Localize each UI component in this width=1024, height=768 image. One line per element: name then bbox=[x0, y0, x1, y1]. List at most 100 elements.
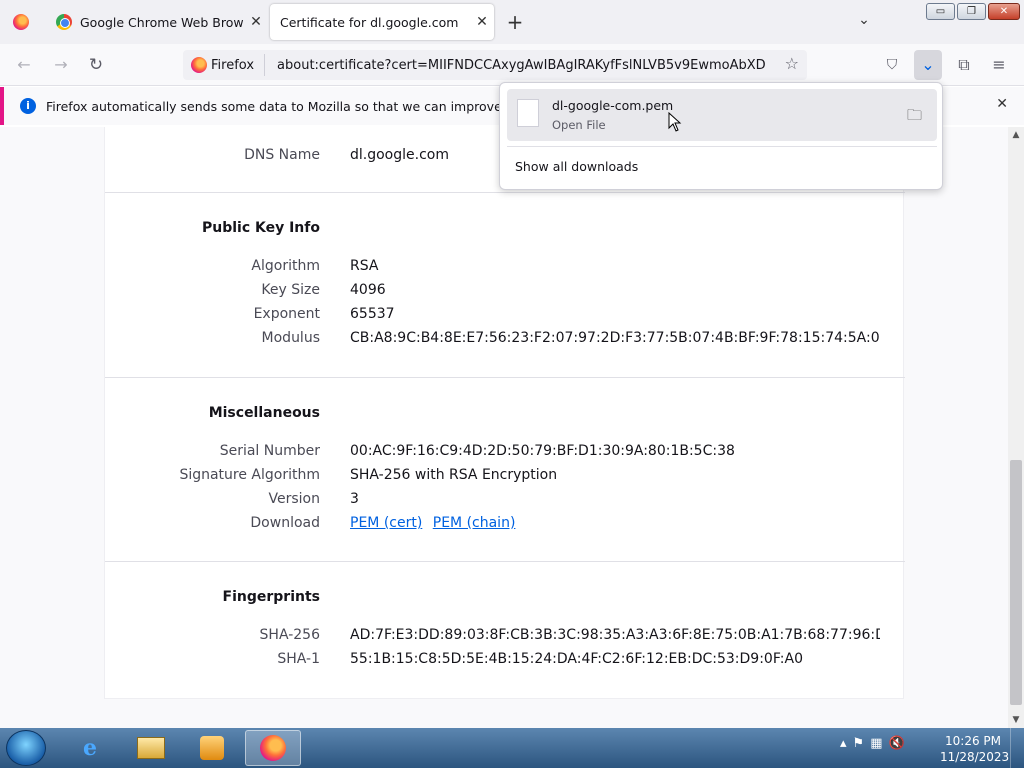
show-in-folder-icon[interactable]: 🗀 bbox=[907, 105, 922, 130]
scroll-up-arrow-icon[interactable]: ▲ bbox=[1008, 127, 1024, 143]
minimize-button[interactable]: ▭ bbox=[926, 3, 955, 20]
field-value: 00:AC:9F:16:C9:4D:2D:50:79:BF:D1:30:9A:8… bbox=[350, 443, 735, 459]
new-tab-button[interactable]: + bbox=[503, 10, 527, 34]
public-key-section: Public Key Info Algorithm RSA Key Size 4… bbox=[105, 193, 905, 378]
back-button[interactable]: ← bbox=[12, 53, 36, 77]
field-key: Key Size bbox=[261, 282, 320, 298]
reload-button[interactable]: ↻ bbox=[84, 53, 108, 77]
chrome-icon bbox=[56, 14, 72, 30]
field-value: PEM (cert) PEM (chain) bbox=[350, 515, 880, 531]
downloads-button[interactable]: ⌄ bbox=[914, 50, 942, 80]
download-status: Open File bbox=[552, 118, 606, 132]
fingerprints-section: Fingerprints SHA-256 AD:7F:E3:DD:89:03:8… bbox=[105, 562, 905, 700]
vertical-scrollbar[interactable]: ▲ ▼ bbox=[1008, 127, 1024, 728]
identity-box[interactable]: Firefox bbox=[183, 54, 266, 76]
system-tray: ▴ ⚑ ▦ 🔇 bbox=[840, 736, 905, 751]
tab-chrome-download[interactable]: Google Chrome Web Browser ✕ bbox=[44, 0, 268, 44]
firefox-icon bbox=[191, 57, 207, 73]
field-key: DNS Name bbox=[244, 147, 320, 163]
close-window-button[interactable]: ✕ bbox=[988, 3, 1020, 20]
section-title: Public Key Info bbox=[201, 220, 320, 236]
field-value: 55:1B:15:C8:5D:5E:4B:15:24:DA:4F:C2:6F:1… bbox=[350, 651, 803, 667]
downloads-panel: dl-google-com.pem Open File 🗀 Show all d… bbox=[499, 82, 943, 190]
network-icon[interactable]: ▦ bbox=[870, 736, 882, 751]
extensions-icon[interactable]: ⧉ bbox=[952, 53, 976, 77]
scroll-thumb[interactable] bbox=[1010, 460, 1022, 705]
file-icon bbox=[517, 99, 539, 127]
field-value: 3 bbox=[350, 491, 359, 507]
field-value: SHA-256 with RSA Encryption bbox=[350, 467, 558, 483]
scroll-down-arrow-icon[interactable]: ▼ bbox=[1008, 712, 1024, 728]
url-input[interactable]: about:certificate?cert=MIIFNDCCAxygAwIBA… bbox=[265, 58, 765, 73]
info-row: Download PEM (cert) PEM (chain) bbox=[105, 511, 905, 535]
hamburger-menu-icon[interactable]: ≡ bbox=[987, 53, 1011, 77]
field-key: SHA-256 bbox=[259, 627, 320, 643]
field-key: Exponent bbox=[253, 306, 320, 322]
navigation-toolbar: ← → ↻ Firefox about:certificate?cert=MII… bbox=[0, 44, 1024, 86]
field-value: CB:A8:9C:B4:8E:E7:56:23:F2:07:97:2D:F3:7… bbox=[350, 330, 880, 346]
info-row: Serial Number 00:AC:9F:16:C9:4D:2D:50:79… bbox=[105, 439, 905, 463]
tab-close-icon[interactable]: ✕ bbox=[244, 14, 268, 30]
file-explorer-icon[interactable] bbox=[123, 730, 179, 766]
tab-close-icon[interactable]: ✕ bbox=[470, 14, 494, 30]
show-desktop-button[interactable] bbox=[1010, 728, 1024, 768]
windows-taskbar: e ▴ ⚑ ▦ 🔇 10:26 PM 11/28/2023 bbox=[0, 728, 1024, 768]
section-title: Fingerprints bbox=[222, 589, 320, 605]
miscellaneous-section: Miscellaneous Serial Number 00:AC:9F:16:… bbox=[105, 378, 905, 562]
field-key: Version bbox=[268, 491, 320, 507]
url-bar[interactable]: Firefox about:certificate?cert=MIIFNDCCA… bbox=[183, 50, 807, 80]
field-value: RSA bbox=[350, 258, 379, 274]
clock[interactable]: 10:26 PM 11/28/2023 bbox=[940, 733, 1010, 765]
page-content: DNS Name dl.google.com Public Key Info A… bbox=[0, 127, 1008, 728]
info-icon: i bbox=[20, 98, 36, 114]
field-value: AD:7F:E3:DD:89:03:8F:CB:3B:3C:98:35:A3:A… bbox=[350, 627, 880, 643]
show-all-downloads-button[interactable]: Show all downloads bbox=[515, 159, 638, 174]
firefox-view-button[interactable] bbox=[0, 0, 42, 44]
tab-label: Certificate for dl.google.com bbox=[280, 14, 459, 30]
info-row: Signature Algorithm SHA-256 with RSA Enc… bbox=[105, 463, 905, 487]
info-row: SHA-1 55:1B:15:C8:5D:5E:4B:15:24:DA:4F:C… bbox=[105, 647, 905, 671]
volume-muted-icon[interactable]: 🔇 bbox=[888, 736, 904, 751]
section-title: Miscellaneous bbox=[208, 405, 320, 421]
mouse-cursor-icon bbox=[668, 112, 682, 132]
tab-strip: Google Chrome Web Browser ✕ Certificate … bbox=[0, 0, 1024, 44]
tray-expand-icon[interactable]: ▴ bbox=[840, 736, 847, 751]
clock-date: 11/28/2023 bbox=[940, 750, 1010, 764]
info-row: SHA-256 AD:7F:E3:DD:89:03:8F:CB:3B:3C:98… bbox=[105, 623, 905, 647]
firefox-icon bbox=[13, 14, 29, 30]
tab-certificate[interactable]: Certificate for dl.google.com ✕ bbox=[270, 4, 494, 40]
field-key: Modulus bbox=[261, 330, 320, 346]
info-row: Algorithm RSA bbox=[105, 254, 905, 278]
action-center-flag-icon[interactable]: ⚑ bbox=[853, 736, 865, 751]
tab-label: Google Chrome Web Browser bbox=[80, 14, 244, 30]
start-button[interactable] bbox=[6, 730, 46, 766]
media-player-icon[interactable] bbox=[184, 730, 240, 766]
pocket-icon[interactable]: ⛉ bbox=[880, 53, 904, 77]
maximize-button[interactable]: ❐ bbox=[957, 3, 986, 20]
clock-time: 10:26 PM bbox=[945, 734, 1001, 748]
field-key: Signature Algorithm bbox=[179, 467, 320, 483]
info-row: Exponent 65537 bbox=[105, 302, 905, 326]
info-row: Modulus CB:A8:9C:B4:8E:E7:56:23:F2:07:97… bbox=[105, 326, 905, 350]
bookmark-star-icon[interactable]: ☆ bbox=[785, 54, 799, 73]
pem-cert-link[interactable]: PEM (cert) bbox=[350, 515, 422, 531]
certificate-card: DNS Name dl.google.com Public Key Info A… bbox=[104, 127, 905, 700]
identity-label: Firefox bbox=[211, 57, 255, 73]
info-row: Key Size 4096 bbox=[105, 278, 905, 302]
field-key: SHA-1 bbox=[277, 651, 320, 667]
field-value: 4096 bbox=[350, 282, 386, 298]
list-all-tabs-button[interactable]: ⌄ bbox=[852, 12, 876, 32]
info-row: Version 3 bbox=[105, 487, 905, 511]
download-item[interactable]: dl-google-com.pem Open File 🗀 bbox=[507, 89, 937, 141]
download-file-name: dl-google-com.pem bbox=[552, 98, 674, 113]
firefox-taskbar-icon[interactable] bbox=[245, 730, 301, 766]
field-key: Serial Number bbox=[219, 443, 320, 459]
field-value: 65537 bbox=[350, 306, 395, 322]
forward-button[interactable]: → bbox=[49, 53, 73, 77]
internet-explorer-icon[interactable]: e bbox=[62, 730, 118, 766]
notification-close-icon[interactable]: ✕ bbox=[996, 96, 1008, 112]
field-key: Download bbox=[250, 515, 320, 531]
pem-chain-link[interactable]: PEM (chain) bbox=[433, 515, 516, 531]
field-key: Algorithm bbox=[251, 258, 320, 274]
divider bbox=[507, 146, 937, 147]
